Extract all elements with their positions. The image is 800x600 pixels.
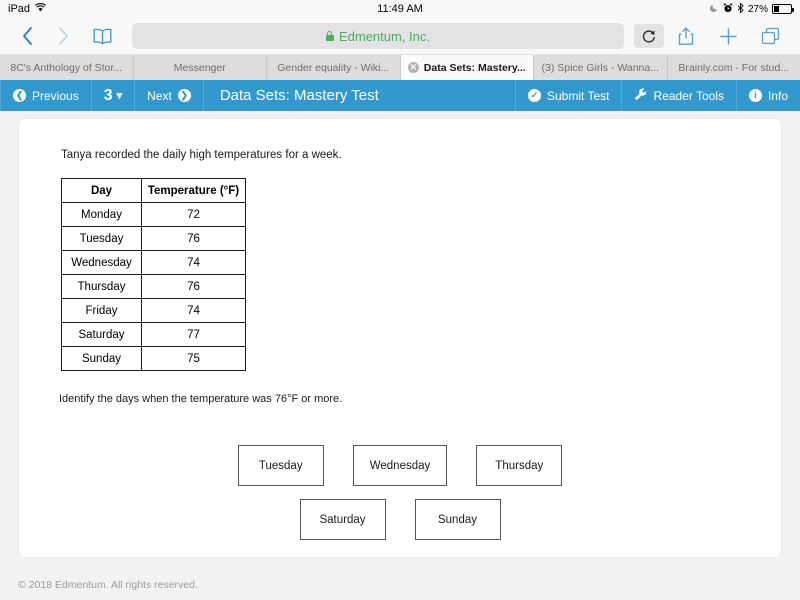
answer-choices: Tuesday Wednesday Thursday Saturday Sund…	[49, 445, 751, 540]
cell-temperature: 77	[141, 322, 246, 347]
page-selector[interactable]: 3 ▾	[92, 80, 136, 111]
table-row: Saturday 77	[61, 322, 246, 347]
share-button[interactable]	[666, 21, 706, 51]
browser-tab-4-active[interactable]: ✕ Data Sets: Mastery...	[400, 55, 534, 80]
copyright-label: © 2018 Edmentum. All rights reserved.	[18, 579, 198, 591]
content-area: Tanya recorded the daily high temperatur…	[0, 111, 800, 571]
table-row: Wednesday 74	[61, 250, 246, 275]
alarm-clock-icon	[723, 2, 733, 16]
device-name-label: iPad	[8, 3, 31, 15]
cell-day: Sunday	[61, 346, 142, 371]
page-footer: © 2018 Edmentum. All rights reserved.	[0, 571, 800, 599]
next-button[interactable]: Next ❯	[135, 80, 204, 111]
browser-tab-5[interactable]: (3) Spice Girls - Wanna...	[534, 55, 668, 80]
browser-tab-2[interactable]: Messenger	[133, 55, 267, 80]
answer-choice-saturday[interactable]: Saturday	[299, 499, 386, 540]
tab-title: Messenger	[173, 61, 226, 74]
question-panel: Tanya recorded the daily high temperatur…	[18, 118, 782, 558]
cell-day: Friday	[61, 298, 142, 323]
table-header-row: Day Temperature (°F)	[61, 178, 246, 203]
battery-percent-label: 27%	[747, 3, 768, 15]
browser-tab-3[interactable]: Gender equality - Wiki...	[267, 55, 401, 80]
moon-icon	[709, 3, 719, 15]
bookmarks-button[interactable]	[82, 21, 122, 51]
reader-tools-button[interactable]: Reader Tools	[621, 80, 736, 111]
answer-choice-wednesday[interactable]: Wednesday	[352, 445, 448, 486]
previous-label: Previous	[32, 88, 79, 103]
lock-icon	[325, 31, 334, 41]
previous-button[interactable]: ❮ Previous	[0, 80, 92, 111]
status-bar-right: 27%	[709, 2, 794, 16]
question-prompt: Tanya recorded the daily high temperatur…	[61, 149, 342, 161]
chevron-down-icon: ▾	[116, 90, 123, 102]
cell-day: Monday	[61, 202, 142, 227]
table-row: Sunday 75	[61, 346, 246, 371]
cell-day: Thursday	[61, 274, 142, 299]
cell-temperature: 76	[141, 226, 246, 251]
arrow-right-circle-icon: ❯	[177, 89, 191, 102]
tab-title: Data Sets: Mastery...	[423, 61, 526, 74]
info-circle-icon: i	[748, 89, 762, 102]
status-bar-clock: 11:49 AM	[377, 3, 423, 15]
answer-choice-tuesday[interactable]: Tuesday	[237, 445, 324, 486]
next-label: Next	[147, 88, 172, 103]
new-tab-button[interactable]	[708, 21, 748, 51]
forward-button	[46, 21, 80, 51]
question-instruction: Identify the days when the temperature w…	[59, 393, 343, 405]
close-icon[interactable]: ✕	[407, 62, 419, 73]
table-row: Tuesday 76	[61, 226, 246, 251]
cell-temperature: 74	[141, 298, 246, 323]
answer-choices-row-1: Tuesday Wednesday Thursday	[49, 445, 751, 486]
submit-test-button[interactable]: ✓ Submit Test	[515, 80, 621, 111]
table-row: Thursday 76	[61, 274, 246, 299]
url-text: Edmentum, Inc.	[338, 28, 431, 44]
tab-strip: 8C's Anthology of Stor... Messenger Gend…	[0, 55, 800, 80]
reload-button[interactable]	[634, 24, 664, 48]
info-button[interactable]: i Info	[735, 80, 800, 111]
address-bar[interactable]: Edmentum, Inc.	[132, 23, 624, 49]
back-button[interactable]	[10, 21, 44, 51]
test-toolbar: ❮ Previous 3 ▾ Next ❯ Data Sets: Mastery…	[0, 80, 800, 111]
battery-icon	[772, 4, 794, 14]
info-label: Info	[767, 88, 788, 103]
cell-temperature: 76	[141, 274, 246, 299]
tab-title: (3) Spice Girls - Wanna...	[541, 61, 659, 74]
table-row: Monday 72	[61, 202, 246, 227]
page-title: Data Sets: Mastery Test	[219, 87, 379, 104]
ios-status-bar: iPad 11:49 AM 27%	[0, 0, 800, 18]
check-circle-icon: ✓	[528, 89, 541, 102]
reader-tools-label: Reader Tools	[653, 88, 724, 103]
answer-choice-thursday[interactable]: Thursday	[476, 445, 563, 486]
submit-test-label: Submit Test	[547, 88, 610, 103]
answer-choice-sunday[interactable]: Sunday	[414, 499, 501, 540]
table-row: Friday 74	[61, 298, 246, 323]
bluetooth-icon	[737, 2, 744, 16]
column-header-day: Day	[61, 178, 142, 203]
tab-title: Brainly.com - For stud...	[678, 61, 790, 74]
cell-day: Wednesday	[61, 250, 142, 275]
column-header-temperature: Temperature (°F)	[141, 178, 246, 203]
temperature-table: Day Temperature (°F) Monday 72 Tuesday 7…	[61, 178, 246, 371]
test-toolbar-actions: ✓ Submit Test Reader Tools i Info	[515, 80, 800, 111]
cell-day: Saturday	[61, 322, 142, 347]
browser-tab-1[interactable]: 8C's Anthology of Stor...	[0, 55, 134, 80]
wrench-icon	[634, 88, 647, 104]
browser-tab-6[interactable]: Brainly.com - For stud...	[667, 55, 800, 80]
cell-temperature: 72	[141, 202, 246, 227]
show-tabs-button[interactable]	[750, 21, 790, 51]
cell-temperature: 74	[141, 250, 246, 275]
tab-title: Gender equality - Wiki...	[277, 61, 390, 74]
wifi-icon	[35, 3, 46, 15]
cell-day: Tuesday	[61, 226, 142, 251]
status-bar-left: iPad	[8, 3, 46, 15]
tab-title: 8C's Anthology of Stor...	[10, 61, 123, 74]
cell-temperature: 75	[141, 346, 246, 371]
arrow-left-circle-icon: ❮	[13, 89, 26, 102]
answer-choices-row-2: Saturday Sunday	[49, 499, 751, 540]
browser-toolbar: Edmentum, Inc.	[0, 18, 800, 55]
page-number-label: 3	[103, 86, 113, 104]
